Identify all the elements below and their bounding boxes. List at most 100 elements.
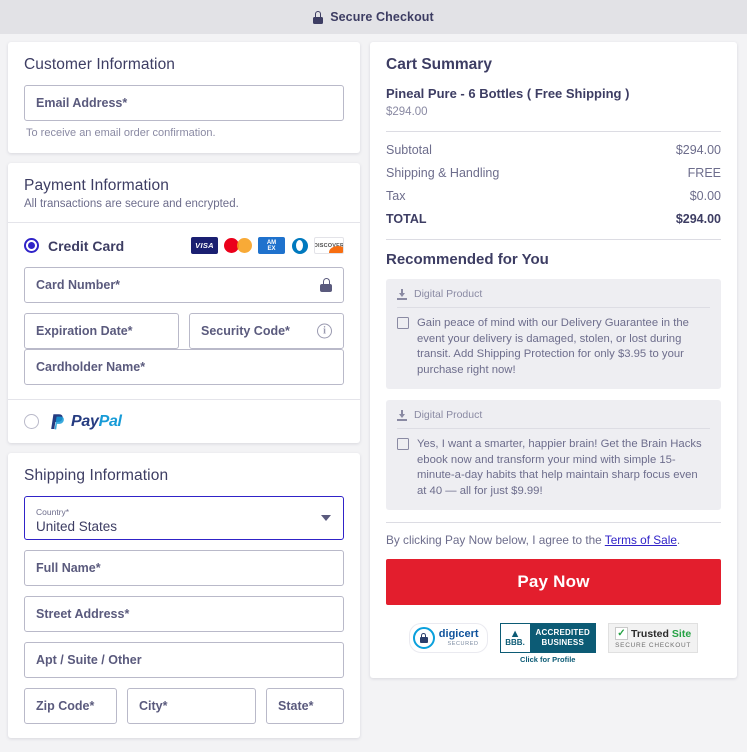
shipping-information-panel: Shipping Information Country* United Sta… xyxy=(8,453,360,738)
upsell-text: Gain peace of mind with our Delivery Gua… xyxy=(417,317,689,376)
customer-information-panel: Customer Information Email Address* To r… xyxy=(8,42,360,153)
bbb-torch-icon: ▲ BBB. xyxy=(499,623,530,653)
trustedsite-sub: SECURE CHECKOUT xyxy=(615,642,692,649)
terms-of-sale-link[interactable]: Terms of Sale xyxy=(605,533,677,547)
country-value: United States xyxy=(36,518,118,534)
paypal-option-row[interactable]: PayPal xyxy=(24,412,344,431)
tax-row: Tax $0.00 xyxy=(386,189,721,203)
cart-product-price: $294.00 xyxy=(386,106,428,118)
expiration-date-placeholder: Expiration Date* xyxy=(36,324,133,338)
security-code-placeholder: Security Code* xyxy=(201,324,290,338)
bbb-abbr: BBB. xyxy=(505,638,525,647)
download-icon xyxy=(397,288,407,300)
card-number-field[interactable]: Card Number* xyxy=(24,267,344,303)
digicert-lock-icon xyxy=(412,627,435,649)
zip-code-field[interactable]: Zip Code* xyxy=(24,688,117,724)
upsell-checkbox[interactable] xyxy=(397,438,409,450)
full-name-placeholder: Full Name* xyxy=(36,561,101,575)
digicert-name: digicert xyxy=(438,627,479,640)
subtotal-row: Subtotal $294.00 xyxy=(386,143,721,157)
upsell-tag-row: Digital Product xyxy=(397,288,710,308)
credit-card-label: Credit Card xyxy=(48,237,125,254)
total-row: TOTAL $294.00 xyxy=(386,212,721,226)
trustedsite-name1: Trusted xyxy=(630,627,669,640)
upsell-tag: Digital Product xyxy=(414,409,483,421)
apt-suite-field[interactable]: Apt / Suite / Other xyxy=(24,642,344,678)
pay-now-button[interactable]: Pay Now xyxy=(386,559,721,605)
payment-information-panel: Payment Information All transactions are… xyxy=(8,163,360,443)
card-brand-logos: VISA AM EX DISCOVER xyxy=(191,237,344,254)
apt-suite-placeholder: Apt / Suite / Other xyxy=(36,653,142,667)
secure-checkout-header: Secure Checkout xyxy=(0,0,747,34)
terms-suffix: . xyxy=(676,533,681,547)
email-placeholder: Email Address* xyxy=(36,96,128,110)
paypal-logo: PayPal xyxy=(48,412,122,431)
cart-summary-title: Cart Summary xyxy=(386,56,492,73)
upsell-item-brain-hacks-ebook[interactable]: Digital Product Yes, I want a smarter, h… xyxy=(386,400,721,510)
street-address-placeholder: Street Address* xyxy=(36,607,130,621)
country-select[interactable]: Country* United States xyxy=(24,496,344,540)
upsell-tag: Digital Product xyxy=(414,288,483,300)
shipping-value: FREE xyxy=(687,166,721,180)
shipping-row: Shipping & Handling FREE xyxy=(386,166,721,180)
cart-product-name: Pineal Pure - 6 Bottles ( Free Shipping … xyxy=(386,86,630,101)
bbb-click-for-profile[interactable]: Click for Profile xyxy=(500,655,596,664)
city-placeholder: City* xyxy=(139,699,168,713)
digicert-sub: SECURED xyxy=(447,640,479,647)
state-field[interactable]: State* xyxy=(266,688,344,724)
checkout-form-column: Customer Information Email Address* To r… xyxy=(8,42,360,738)
trustedsite-name2: Site xyxy=(671,627,692,640)
credit-card-radio[interactable] xyxy=(24,238,39,253)
chevron-down-icon[interactable] xyxy=(321,515,331,521)
bbb-line2: BUSINESS xyxy=(541,638,584,647)
upsell-item-shipping-protection[interactable]: Digital Product Gain peace of mind with … xyxy=(386,279,721,389)
zip-code-placeholder: Zip Code* xyxy=(36,699,95,713)
shipping-label: Shipping & Handling xyxy=(386,166,500,180)
expiration-date-field[interactable]: Expiration Date* xyxy=(24,313,179,349)
download-icon xyxy=(397,409,407,421)
visa-logo: VISA xyxy=(191,237,218,254)
order-summary-column: Cart Summary Pineal Pure - 6 Bottles ( F… xyxy=(370,42,737,678)
paypal-radio[interactable] xyxy=(24,414,39,429)
total-value: $294.00 xyxy=(675,212,721,226)
bbb-line1: ACCREDITED xyxy=(535,628,590,637)
checkmark-icon: ✓ xyxy=(614,627,628,640)
cardholder-name-field[interactable]: Cardholder Name* xyxy=(24,349,344,385)
terms-notice: By clicking Pay Now below, I agree to th… xyxy=(386,533,721,547)
lock-icon xyxy=(313,10,324,24)
cart-summary-panel: Cart Summary Pineal Pure - 6 Bottles ( F… xyxy=(370,42,737,678)
mastercard-logo xyxy=(224,237,252,254)
country-label: Country* xyxy=(36,506,70,517)
email-help-text: To receive an email order confirmation. xyxy=(26,127,216,139)
diners-club-logo xyxy=(291,237,308,254)
digicert-badge[interactable]: digicert SECURED xyxy=(408,623,488,653)
order-totals: Subtotal $294.00 Shipping & Handling FRE… xyxy=(386,143,721,226)
payment-information-title: Payment Information xyxy=(24,177,169,194)
tax-label: Tax xyxy=(386,189,406,203)
full-name-field[interactable]: Full Name* xyxy=(24,550,344,586)
paypal-label-a: Pay xyxy=(71,412,99,430)
customer-information-title: Customer Information xyxy=(24,56,176,73)
bbb-badge[interactable]: ▲ BBB. ACCREDITED BUSINESS Click for Pro… xyxy=(499,623,596,664)
security-code-field[interactable]: Security Code* i xyxy=(189,313,344,349)
tax-value: $0.00 xyxy=(689,189,721,203)
cardholder-name-placeholder: Cardholder Name* xyxy=(36,360,146,374)
city-field[interactable]: City* xyxy=(127,688,256,724)
street-address-field[interactable]: Street Address* xyxy=(24,596,344,632)
recommended-divider xyxy=(386,239,721,240)
email-field[interactable]: Email Address* xyxy=(24,85,344,121)
trust-badges: digicert SECURED ▲ BBB. ACCREDITED BUSIN… xyxy=(386,623,721,664)
info-icon[interactable]: i xyxy=(317,323,332,339)
secure-checkout-title: Secure Checkout xyxy=(330,10,434,24)
checkout-page: Customer Information Email Address* To r… xyxy=(0,34,747,752)
state-placeholder: State* xyxy=(278,699,314,713)
discover-logo: DISCOVER xyxy=(314,237,344,254)
subtotal-label: Subtotal xyxy=(386,143,432,157)
recommended-title: Recommended for You xyxy=(386,251,549,268)
upsell-checkbox[interactable] xyxy=(397,317,409,329)
trustedsite-badge[interactable]: ✓ Trusted Site SECURE CHECKOUT xyxy=(607,623,699,653)
summary-divider xyxy=(386,131,721,132)
total-label: TOTAL xyxy=(386,212,427,226)
credit-card-option-row[interactable]: Credit Card VISA AM EX DISCOVER xyxy=(24,237,344,254)
card-number-placeholder: Card Number* xyxy=(36,278,121,292)
